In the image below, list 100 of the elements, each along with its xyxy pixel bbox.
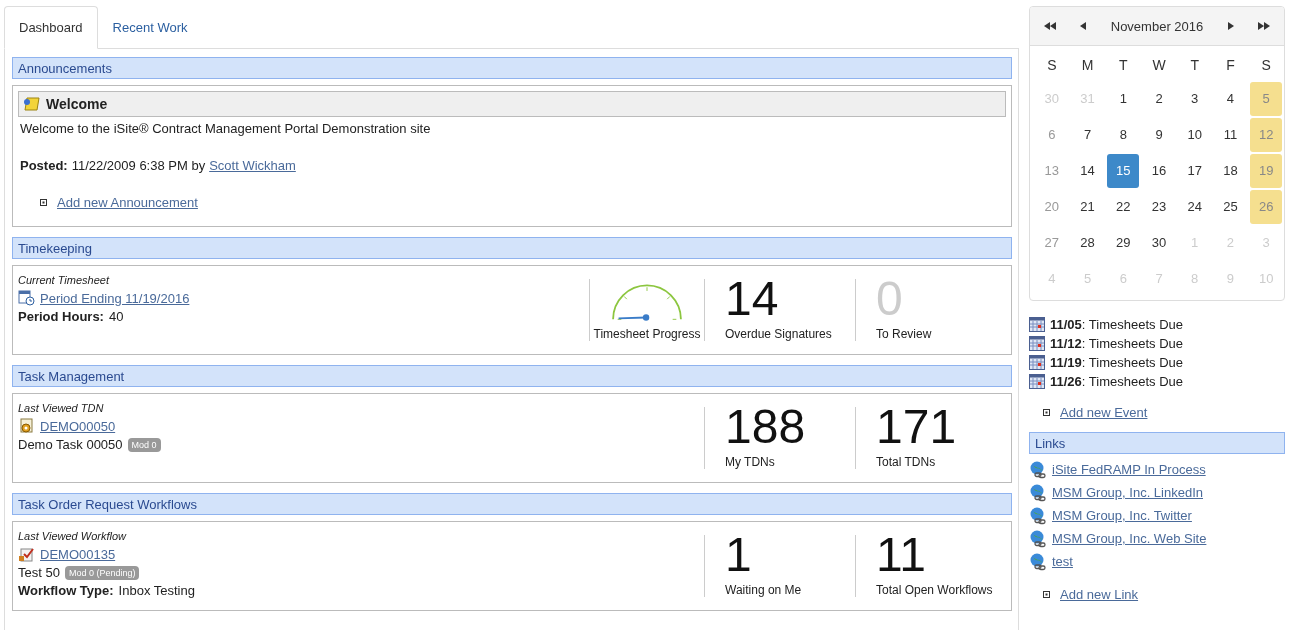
calendar-day[interactable]: 22 xyxy=(1107,190,1140,224)
globe-link-icon xyxy=(1029,506,1047,525)
stat-label: Waiting on Me xyxy=(725,583,803,597)
record-name: Demo Task 00050 xyxy=(18,437,123,452)
tab[interactable]: Dashboard xyxy=(4,6,98,49)
globe-link-icon xyxy=(1029,483,1047,502)
section-header: Announcements xyxy=(12,57,1012,79)
tab[interactable]: Recent Work xyxy=(97,6,203,49)
calendar-day[interactable]: 7 xyxy=(1071,118,1104,152)
next-icon[interactable] xyxy=(1227,22,1234,30)
event-text: 11/05: Timesheets Due xyxy=(1050,317,1183,332)
external-link[interactable]: test xyxy=(1052,554,1073,569)
mod-badge: Mod 0 xyxy=(127,437,161,452)
calendar-day[interactable]: 23 xyxy=(1143,190,1175,224)
calendar-day[interactable]: 16 xyxy=(1143,154,1175,188)
bullet-icon xyxy=(1043,591,1050,598)
event-text: 11/19: Timesheets Due xyxy=(1050,355,1183,370)
calendar-icon xyxy=(1029,374,1045,389)
workflow-document-icon xyxy=(18,546,35,562)
calendar-day[interactable]: 18 xyxy=(1214,154,1247,188)
weekday-label: S xyxy=(1046,56,1058,75)
calendar-day[interactable]: 8 xyxy=(1107,118,1140,152)
weekday-label: T xyxy=(1189,56,1200,75)
weekday-label: T xyxy=(1118,56,1129,75)
detail-label: Period Hours: xyxy=(18,309,104,324)
month-title[interactable]: November 2016 xyxy=(1110,18,1204,34)
record-link[interactable]: Period Ending 11/19/2016 xyxy=(40,290,190,306)
detail-label: Workflow Type: xyxy=(18,583,114,598)
record-link[interactable]: DEMO00135 xyxy=(40,546,116,562)
calendar-icon xyxy=(1029,355,1045,370)
section-header: Task Order Request Workflows xyxy=(12,493,1012,515)
calendar-day[interactable]: 13 xyxy=(1036,154,1068,188)
globe-link-icon xyxy=(1029,552,1047,571)
calendar-day[interactable]: 29 xyxy=(1107,226,1140,260)
add-link-link[interactable]: Add new Link xyxy=(1060,587,1139,602)
announcement-text: Welcome to the iSite® Contract Management Portal Demonstration site xyxy=(19,120,432,136)
detail-value: Inbox Testing xyxy=(118,583,195,598)
record-name: Test 50 xyxy=(18,565,60,580)
event-text: 11/12: Timesheets Due xyxy=(1050,336,1183,351)
stat-label: Total TDNs xyxy=(876,455,937,469)
stat-number: 171 xyxy=(876,403,958,451)
calendar-day[interactable]: 1 xyxy=(1107,82,1140,116)
calendar-day[interactable]: 25 xyxy=(1214,190,1247,224)
previous-icon[interactable] xyxy=(1080,22,1087,30)
record-link[interactable]: DEMO00050 xyxy=(40,418,116,434)
calendar-icon xyxy=(1029,336,1045,351)
section-header: Links xyxy=(1029,432,1285,454)
external-link[interactable]: iSite FedRAMP In Process xyxy=(1052,462,1206,477)
calendar-day[interactable]: 3 xyxy=(1178,82,1211,116)
weekday-label: M xyxy=(1080,56,1095,75)
calendar-day[interactable]: 17 xyxy=(1178,154,1211,188)
posted-label: Posted: xyxy=(20,158,68,173)
stat-number: 11 xyxy=(876,531,927,579)
external-link[interactable]: MSM Group, Inc. LinkedIn xyxy=(1052,485,1203,500)
add-event-link[interactable]: Add new Event xyxy=(1060,405,1148,420)
stat-label: Timesheet Progress xyxy=(593,327,701,341)
add-announcement-link[interactable]: Add new Announcement xyxy=(57,195,198,210)
section-header: Timekeeping xyxy=(12,237,1012,259)
calendar-day[interactable]: 15 xyxy=(1107,154,1140,188)
bullet-icon xyxy=(40,199,47,206)
event-text: 11/26: Timesheets Due xyxy=(1050,374,1183,389)
stat-number: 188 xyxy=(725,403,807,451)
announcement-title: Welcome xyxy=(46,96,108,112)
mod-badge: Mod 0 (Pending) xyxy=(64,565,140,580)
calendar-day[interactable]: 24 xyxy=(1178,190,1211,224)
note-icon xyxy=(23,96,41,112)
calendar-clock-icon xyxy=(18,290,35,306)
stat-label: Total Open Workflows xyxy=(876,583,994,597)
calendar-day[interactable]: 10 xyxy=(1178,118,1211,152)
section-header: Task Management xyxy=(12,365,1012,387)
weekday-label: S xyxy=(1260,56,1272,75)
calendar-day[interactable]: 28 xyxy=(1071,226,1104,260)
weekday-label: F xyxy=(1225,56,1236,75)
globe-link-icon xyxy=(1029,529,1047,548)
author-link[interactable]: Scott Wickham xyxy=(209,158,296,173)
calendar-day[interactable]: 4 xyxy=(1214,82,1247,116)
stat-number: 1 xyxy=(725,531,753,579)
stat-label: To Review xyxy=(876,327,933,341)
calendar-day[interactable]: 9 xyxy=(1143,118,1175,152)
stat-number: 14 xyxy=(725,275,780,323)
calendar-day[interactable]: 2 xyxy=(1143,82,1175,116)
globe-link-icon xyxy=(1029,460,1047,479)
bullet-icon xyxy=(1043,409,1050,416)
caption: Last Viewed TDN xyxy=(18,402,105,414)
calendar-day[interactable]: 6 xyxy=(1036,118,1068,152)
external-link[interactable]: MSM Group, Inc. Web Site xyxy=(1052,531,1207,546)
calendar-icon xyxy=(1029,317,1045,332)
last-icon[interactable] xyxy=(1258,22,1270,30)
external-link[interactable]: MSM Group, Inc. Twitter xyxy=(1052,508,1192,523)
calendar-day[interactable]: 20 xyxy=(1036,190,1068,224)
calendar-day[interactable]: 14 xyxy=(1071,154,1104,188)
calendar-day[interactable]: 11 xyxy=(1214,118,1247,152)
calendar-day[interactable]: 30 xyxy=(1143,226,1175,260)
caption: Current Timesheet xyxy=(18,274,111,286)
stat-label: Overdue Signatures xyxy=(725,327,833,341)
weekday-label: W xyxy=(1151,56,1167,75)
first-icon[interactable] xyxy=(1044,22,1056,30)
posted-date: 11/22/2009 6:38 PM by xyxy=(71,158,206,173)
caption: Last Viewed Workflow xyxy=(18,530,128,542)
calendar-day[interactable]: 21 xyxy=(1071,190,1104,224)
